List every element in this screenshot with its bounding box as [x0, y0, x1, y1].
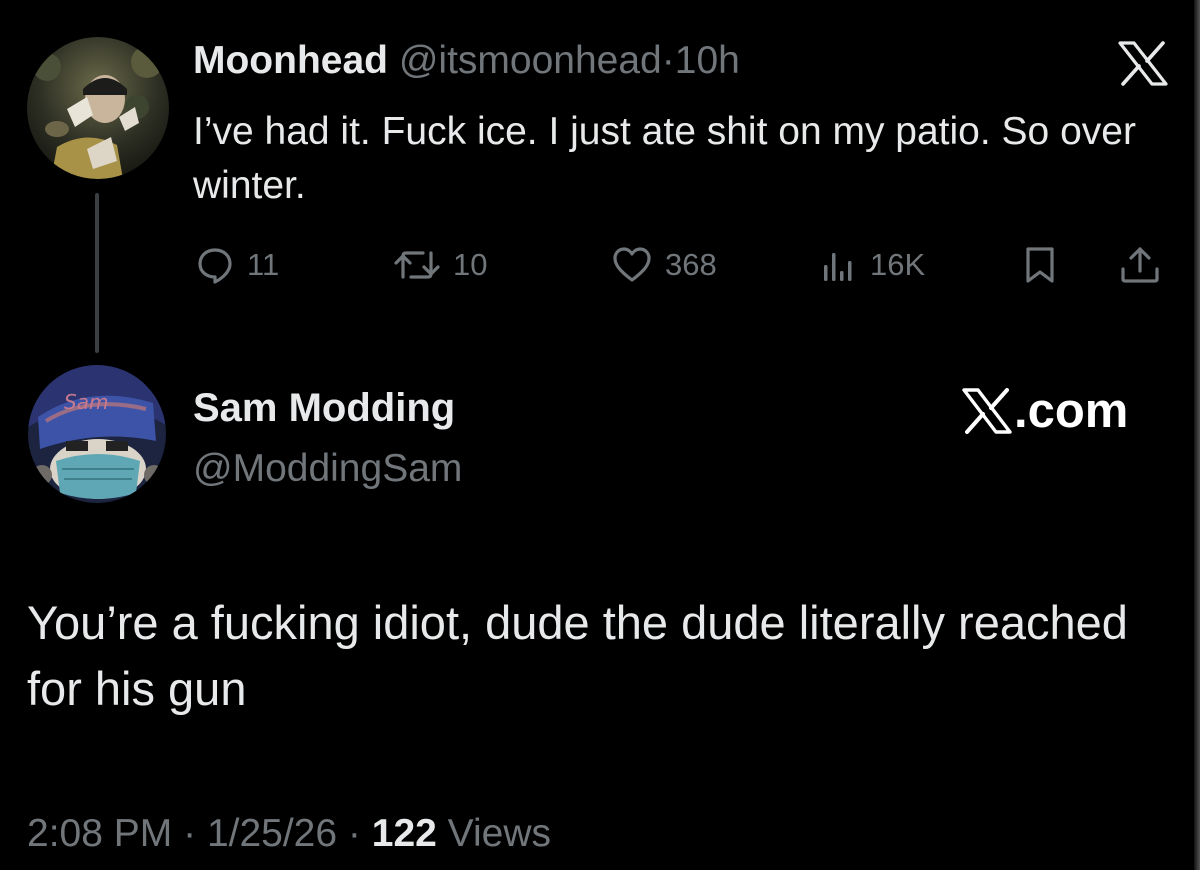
tweet-action-bar: 11 10 368 16K — [193, 240, 1173, 290]
repost-icon — [394, 251, 440, 279]
reply-display-name[interactable]: Sam Modding — [193, 384, 455, 432]
share-icon — [1121, 247, 1159, 283]
bookmark-button[interactable] — [1023, 240, 1057, 290]
reply-views-label: Views — [447, 812, 551, 855]
x-com-link[interactable]: .com — [962, 383, 1128, 439]
reply-meta-line: 2:08 PM · 1/25/26 · 122 Views — [27, 808, 551, 860]
reply-icon — [198, 248, 232, 284]
reply-date[interactable]: 1/25/26 — [207, 812, 337, 855]
original-display-name[interactable]: Moonhead — [193, 39, 388, 82]
repost-button[interactable]: 10 — [393, 240, 487, 290]
heart-icon — [613, 247, 651, 282]
like-count: 368 — [665, 247, 717, 282]
reply-timestamp[interactable]: 2:08 PM — [27, 812, 172, 855]
reply-button[interactable]: 11 — [195, 240, 279, 290]
original-time-ago[interactable]: 10h — [675, 39, 740, 82]
views-button[interactable]: 16K — [818, 240, 925, 290]
reply-count: 11 — [247, 247, 280, 282]
views-count: 16K — [870, 247, 926, 282]
x-logo-icon[interactable] — [1118, 41, 1168, 86]
svg-text:Sam: Sam — [64, 390, 108, 414]
x-com-label: .com — [1014, 384, 1129, 438]
reply-tweet-text: You’re a fucking idiot, dude the dude li… — [27, 596, 1128, 715]
reply-handle[interactable]: @ModdingSam — [193, 445, 462, 493]
avatar-moonhead-image — [27, 37, 169, 179]
like-button[interactable]: 368 — [611, 240, 717, 290]
avatar-moonhead[interactable] — [27, 37, 169, 179]
x-logo-icon — [962, 388, 1012, 434]
right-edge-border — [1194, 0, 1200, 870]
original-tweet-text: I’ve had it. Fuck ice. I just ate shit o… — [193, 110, 1136, 207]
repost-count: 10 — [453, 247, 488, 282]
original-handle[interactable]: @itsmoonhead — [399, 39, 662, 82]
bookmark-icon — [1026, 247, 1054, 283]
header-separator: · — [661, 39, 675, 82]
reply-views-count: 122 — [371, 812, 437, 855]
meta-separator-1: · — [183, 812, 197, 855]
avatar-sam-modding[interactable]: Sam — [28, 365, 166, 503]
meta-separator-2: · — [347, 812, 361, 855]
original-tweet-header: Moonhead @itsmoonhead·10h — [193, 38, 740, 84]
share-button[interactable] — [1118, 240, 1162, 290]
avatar-sam-image: Sam — [28, 365, 166, 503]
analytics-icon — [824, 253, 852, 281]
thread-connector-line — [95, 193, 99, 353]
